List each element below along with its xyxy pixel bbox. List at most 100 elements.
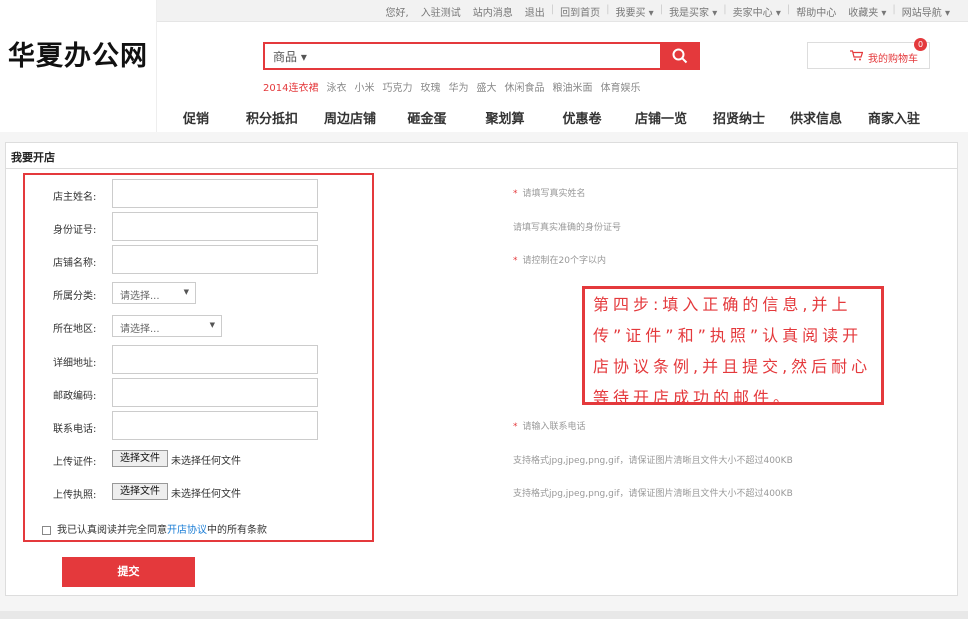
hot-keyword-link[interactable]: 休闲食品 [504,79,544,94]
top-link[interactable]: 入驻测试 [415,4,467,19]
hot-keyword-link[interactable]: 华为 [448,79,468,94]
nav-item[interactable]: 砸金蛋 [388,108,466,132]
logo-text: 华夏办公网 [8,41,148,72]
nav-item[interactable]: 招贤纳士 [702,108,776,132]
footer-bar [0,611,968,619]
nav-item[interactable]: 店铺一览 [620,108,702,132]
top-link[interactable]: 网站导航 ▾ [896,4,956,19]
id-upload-button[interactable]: 选择文件 [112,450,168,467]
search-category-select[interactable]: 商品 ▾ [273,48,307,65]
hot-keyword-link[interactable]: 体育娱乐 [600,79,640,94]
top-link[interactable]: 我是买家 ▾ [663,4,723,19]
nav-item[interactable]: 周边店铺 [312,108,388,132]
region-select[interactable]: 请选择... ▼ [112,315,222,337]
id-number-input[interactable] [112,212,318,241]
id-number-hint-text: 请填写真实准确的身份证号 [513,223,622,233]
nav-item[interactable]: 优惠卷 [544,108,620,132]
top-link[interactable]: 我要买 ▾ [609,4,659,19]
cart-label: 我的购物车 [868,54,918,65]
top-link[interactable]: 收藏夹 ▾ [842,4,892,19]
id-number-hint: 请填写真实准确的身份证号 [513,220,621,233]
required-mark: * [513,422,518,432]
cart-count-badge: 0 [914,38,927,51]
id-upload-hint: 支持格式jpg,jpeg,png,gif，请保证图片清晰且文件大小不超过400K… [513,456,793,466]
hot-keyword-link[interactable]: 泳衣 [326,79,346,94]
nav-item[interactable]: 商家入驻 [856,108,932,132]
nav-item[interactable]: 积分抵扣 [232,108,312,132]
chevron-down-icon: ▼ [183,288,189,296]
owner-name-input[interactable] [112,179,318,208]
chevron-down-icon: ▼ [209,321,215,329]
hot-keyword-link[interactable]: 盛大 [476,79,496,94]
owner-name-row: 店主姓名: [25,179,376,209]
owner-name-label: 店主姓名: [53,192,97,203]
store-name-label: 店铺名称: [53,258,97,269]
hot-keyword-link[interactable]: 巧克力 [382,79,412,94]
hot-keyword-link[interactable]: 2014连衣裙 [263,79,318,94]
top-link[interactable]: 帮助中心 [790,4,842,19]
license-upload-hint: 支持格式jpg,jpeg,png,gif，请保证图片清晰且文件大小不超过400K… [513,489,793,499]
required-mark: * [513,256,518,266]
phone-input[interactable] [112,411,318,440]
postcode-row: 邮政编码: [25,378,376,408]
open-store-form: 店主姓名: 身份证号: 店铺名称: 所属分类: 请选择... ▼ 所在地区: 请… [23,173,374,542]
hot-keyword-link[interactable]: 玫瑰 [420,79,440,94]
top-link[interactable]: 站内消息 [467,4,519,19]
top-link[interactable]: 卖家中心 ▾ [727,4,787,19]
license-upload-row: 上传执照: 选择文件 未选择任何文件 [25,477,376,507]
required-mark: * [513,189,518,199]
nav-item[interactable]: 聚划算 [466,108,544,132]
postcode-label: 邮政编码: [53,391,97,402]
top-link[interactable]: 退出 [519,4,551,19]
agreement-prefix: 我已认真阅读并完全同意 [57,525,167,536]
logo[interactable]: 华夏办公网 [0,0,157,132]
cart-icon [850,50,863,61]
license-upload-label: 上传执照: [53,490,97,501]
cart-button[interactable]: 我的购物车 0 [807,38,930,69]
owner-name-hint-text: 请填写真实姓名 [522,189,586,199]
category-row: 所属分类: 请选择... ▼ [25,278,376,308]
top-link: 您好, [385,8,409,19]
id-upload-row: 上传证件: 选择文件 未选择任何文件 [25,444,376,474]
license-upload-status: 未选择任何文件 [171,489,241,500]
postcode-input[interactable] [112,378,318,407]
main-nav: 促销 积分抵扣 周边店铺 砸金蛋 聚划算 优惠卷 店铺一览 招贤纳士 供求信息 商家入驻 [160,108,932,132]
id-upload-status: 未选择任何文件 [171,456,241,467]
address-label: 详细地址: [53,358,97,369]
store-name-row: 店铺名称: [25,245,376,275]
agreement-link[interactable]: 开店协议 [167,525,207,536]
hot-keyword-link[interactable]: 小米 [354,79,374,94]
license-upload-button[interactable]: 选择文件 [112,483,168,500]
category-select[interactable]: 请选择... ▼ [112,282,196,304]
search-icon [672,48,688,64]
top-links: 您好, 入驻测试 站内消息 退出 | 回到首页 | 我要买 ▾ | 我是买家 ▾ | 卖家中心 ▾ | 帮… [380,4,956,19]
owner-name-hint: * 请填写真实姓名 [513,186,586,199]
hot-keyword-link[interactable]: 粮油米面 [552,79,592,94]
store-name-hint-text: 请控制在20个字以内 [522,256,606,266]
address-row: 详细地址: [25,345,376,375]
nav-item[interactable]: 供求信息 [776,108,856,132]
agreement-row: 我已认真阅读并完全同意开店协议中的所有条款 [42,521,267,536]
submit-button[interactable]: 提交 [62,557,195,587]
phone-hint-text: 请输入联系电话 [522,422,586,432]
agreement-suffix: 中的所有条款 [207,525,267,536]
nav-item[interactable]: 促销 [160,108,232,132]
phone-row: 联系电话: [25,411,376,441]
region-label: 所在地区: [53,324,97,335]
address-input[interactable] [112,345,318,374]
id-upload-label: 上传证件: [53,457,97,468]
top-link[interactable]: 回到首页 [554,4,606,19]
store-name-input[interactable] [112,245,318,274]
id-number-label: 身份证号: [53,225,97,236]
search-bar[interactable]: 商品 ▾ [263,42,700,70]
panel-title: 我要开店 [6,143,957,169]
category-label: 所属分类: [53,291,97,302]
phone-hint: * 请输入联系电话 [513,419,586,432]
id-number-row: 身份证号: [25,212,376,242]
region-row: 所在地区: 请选择... ▼ [25,311,376,341]
hot-keywords: 2014连衣裙 泳衣 小米 巧克力 玫瑰 华为 盛大 休闲食品 粮油米面 体育娱乐 [263,79,640,94]
search-button[interactable] [660,42,700,70]
category-select-value: 请选择... [120,291,160,302]
agreement-checkbox[interactable] [42,525,51,535]
phone-label: 联系电话: [53,424,97,435]
